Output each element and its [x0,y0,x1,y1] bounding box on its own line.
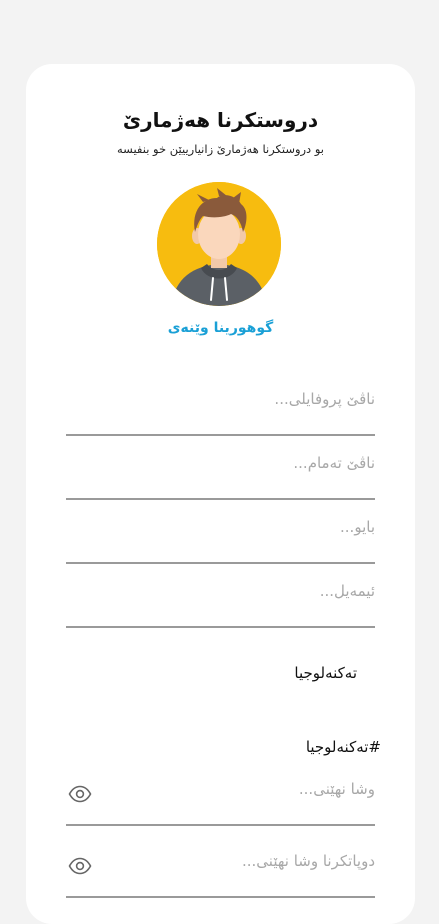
avatar[interactable] [157,182,281,306]
full-name-placeholder: ناڤێ تەمام... [293,454,375,472]
technology-selector[interactable]: تەکنەلوجیا [294,664,357,682]
email-placeholder: ئیمەیل... [319,582,375,600]
full-name-field[interactable]: ناڤێ تەمام... [66,438,375,500]
password-placeholder: وشا نهێنی... [298,780,375,798]
bio-placeholder: بایو... [340,518,375,536]
eye-icon[interactable] [68,854,92,878]
bio-field[interactable]: بایو... [66,502,375,564]
email-field[interactable]: ئیمەیل... [66,566,375,628]
password-field[interactable]: وشا نهێنی... [66,764,375,826]
change-photo-link[interactable]: گوهورینا وێنەی [26,320,415,336]
register-card: دروستکرنا هەژمارێ بو دروستکرنا هەژمارێ ز… [26,64,415,924]
confirm-password-field[interactable]: دوپاتکرنا وشا نهێنی... [66,836,375,898]
confirm-password-placeholder: دوپاتکرنا وشا نهێنی... [241,852,375,870]
profile-name-placeholder: ناڤێ پروفایلی... [274,390,375,408]
avatar-illustration [157,182,281,306]
profile-name-field[interactable]: ناڤێ پروفایلی... [66,374,375,436]
technology-hashtag: #تەکنەلوجیا [305,738,381,756]
page-subtitle: بو دروستکرنا هەژمارێ زانیارییێن خو بنفیس… [117,142,324,156]
eye-icon[interactable] [68,782,92,806]
page-title: دروستکرنا هەژمارێ [122,108,319,132]
